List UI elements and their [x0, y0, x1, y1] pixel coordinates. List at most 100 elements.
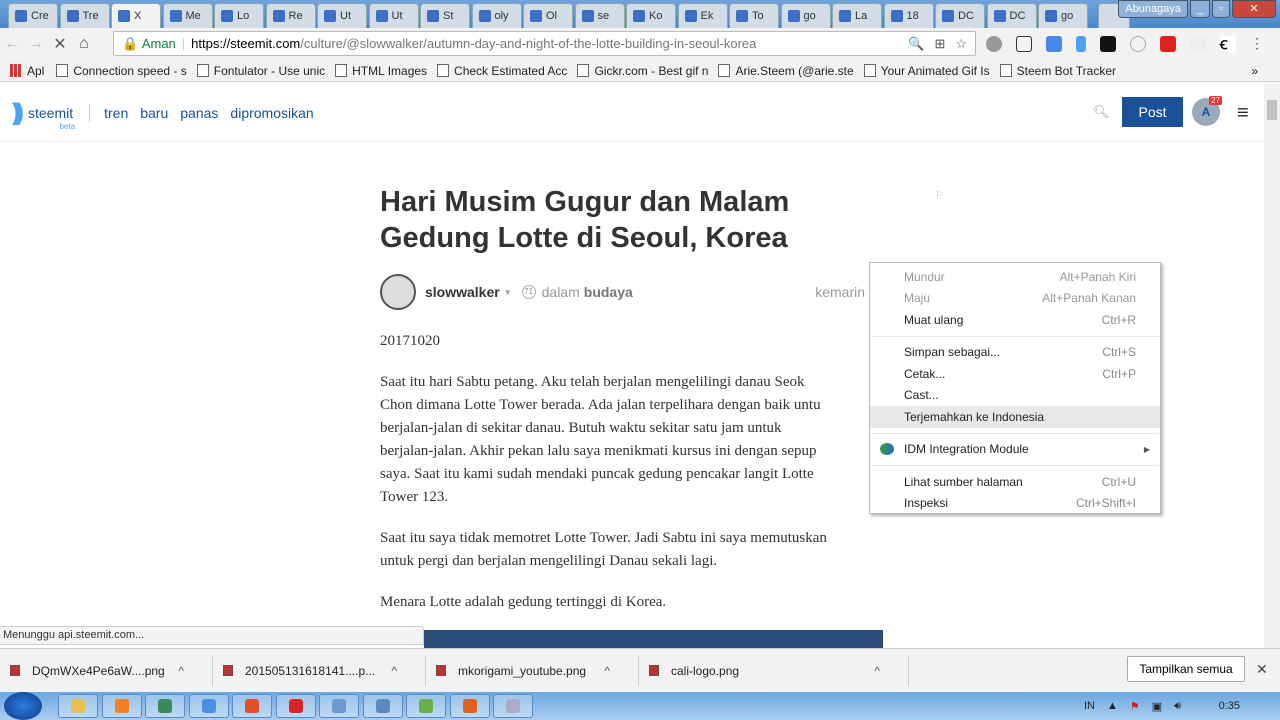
caret-down-icon[interactable]: ▼ — [504, 288, 512, 297]
download-item[interactable]: cali-logo.png ^ — [639, 655, 909, 686]
tab[interactable]: oly — [471, 3, 522, 28]
tab[interactable]: Lo — [214, 3, 264, 28]
author-avatar[interactable] — [380, 274, 416, 310]
tab[interactable]: X — [111, 3, 161, 28]
taskbar-media-button[interactable] — [101, 694, 142, 718]
search-icon[interactable]: 🔍︎ — [1093, 104, 1110, 120]
close-window-button[interactable]: ✕ — [1232, 0, 1276, 18]
tab[interactable]: 18 — [883, 3, 934, 28]
zoom-icon[interactable]: 🔍 — [908, 36, 924, 52]
bookmark[interactable]: Fontulator - Use unic — [196, 64, 325, 78]
tab[interactable]: go — [1038, 3, 1088, 28]
extension-icon[interactable] — [1130, 36, 1146, 52]
steemit-logo[interactable]: ))) steemit beta — [12, 99, 75, 131]
extension-icon[interactable]: Ꞓ — [1220, 36, 1236, 52]
taskbar-window-button[interactable] — [493, 694, 533, 718]
download-item[interactable]: DQmWXe4Pe6aW....png ^ — [0, 655, 213, 686]
tab[interactable]: go — [780, 3, 831, 28]
extension-icon[interactable] — [1160, 36, 1176, 52]
tab[interactable]: Ek — [677, 3, 728, 28]
more-bookmarks-button[interactable]: » — [1251, 64, 1258, 78]
home-button[interactable]: ⌂ — [72, 35, 96, 53]
maximize-button[interactable]: ▫ — [1212, 0, 1230, 18]
tab[interactable]: Re — [265, 3, 316, 28]
author-name[interactable]: slowwalker — [425, 284, 500, 300]
address-bar[interactable]: 🔒 Aman | https://steemit.com/culture/@sl… — [113, 31, 976, 56]
tab[interactable]: To — [729, 3, 779, 28]
stop-button[interactable]: ✕ — [48, 34, 72, 54]
close-icon[interactable]: ✕ — [1256, 661, 1268, 678]
minimize-button[interactable]: _ — [1189, 0, 1211, 18]
forward-button[interactable]: → — [24, 35, 48, 53]
chevron-up-icon[interactable]: ^ — [604, 664, 610, 678]
chevron-up-icon[interactable]: ^ — [391, 664, 397, 678]
extension-icon[interactable] — [986, 36, 1002, 52]
extension-icon[interactable] — [1046, 36, 1062, 52]
nav-baru[interactable]: baru — [140, 105, 168, 121]
scrollbar[interactable] — [1264, 84, 1280, 648]
bookmark[interactable]: Steem Bot Tracker — [999, 64, 1116, 78]
profile-button[interactable]: Abunagaya — [1118, 0, 1188, 18]
tab[interactable]: se — [574, 3, 625, 28]
bookmark[interactable]: Your Animated Gif Is — [863, 64, 990, 78]
tab[interactable]: Me — [162, 3, 213, 28]
nav-dipromosikan[interactable]: dipromosikan — [230, 105, 313, 121]
download-item[interactable]: mkorigami_youtube.png ^ — [426, 655, 639, 686]
bookmark[interactable]: HTML Images — [335, 64, 427, 78]
bookmark[interactable]: Arie.Steem (@arie.ste — [718, 64, 854, 78]
hamburger-menu-icon[interactable]: ≡ — [1237, 102, 1249, 125]
taskbar-firefox-button[interactable] — [449, 694, 490, 718]
show-all-downloads-button[interactable]: Tampilkan semua — [1127, 656, 1245, 682]
chrome-menu-icon[interactable]: ⋮ — [1250, 36, 1266, 52]
download-item[interactable]: 201505131618141....p... ^ — [213, 655, 426, 686]
volume-icon[interactable]: 🔊︎ — [1174, 700, 1181, 713]
chevron-up-icon[interactable]: ^ — [874, 664, 880, 678]
bookmark[interactable]: Gickr.com - Best gif n — [577, 64, 708, 78]
tab[interactable]: Ol — [523, 3, 573, 28]
taskbar-app-button[interactable] — [275, 694, 316, 718]
clock[interactable]: 0:35 — [1219, 700, 1240, 712]
translate-icon[interactable]: ⊞ — [934, 36, 945, 52]
tab[interactable]: St — [420, 3, 470, 28]
language-indicator[interactable]: IN — [1084, 700, 1095, 712]
tab[interactable]: La — [832, 3, 882, 28]
taskbar-window-button[interactable] — [145, 694, 185, 718]
taskbar-window-button[interactable] — [362, 694, 403, 718]
nav-tren[interactable]: tren — [104, 105, 128, 121]
tab[interactable]: Ut — [317, 3, 367, 28]
taskbar-app-button[interactable] — [232, 694, 272, 718]
tab[interactable]: DC — [986, 3, 1037, 28]
taskbar-window-button[interactable] — [319, 694, 359, 718]
back-button[interactable]: ← — [0, 35, 24, 53]
menu-item[interactable]: Maju Alt+Panah Kanan — [870, 288, 1160, 310]
menu-item[interactable]: Inspeksi Ctrl+Shift+I — [870, 493, 1160, 515]
tab[interactable]: Ko — [626, 3, 676, 28]
menu-item[interactable]: Terjemahkan ke Indonesia — [870, 406, 1160, 428]
menu-item[interactable]: Muat ulang Ctrl+R — [870, 309, 1160, 331]
menu-item[interactable]: Cetak... Ctrl+P — [870, 363, 1160, 385]
tab[interactable]: Cre — [8, 3, 58, 28]
extension-icon[interactable] — [1016, 36, 1032, 52]
tab[interactable]: Tre — [59, 3, 110, 28]
nav-panas[interactable]: panas — [180, 105, 218, 121]
chevron-up-icon[interactable]: ^ — [178, 664, 184, 678]
steemit-extension-icon[interactable] — [1076, 36, 1086, 52]
post-button[interactable]: Post — [1122, 97, 1183, 127]
bookmark[interactable]: Connection speed - s — [56, 64, 187, 78]
taskbar-explorer-button[interactable] — [58, 694, 98, 718]
start-button[interactable] — [4, 692, 42, 720]
font-extension-icon[interactable] — [1190, 36, 1206, 52]
taskbar-chrome-button[interactable] — [188, 694, 229, 718]
network-icon[interactable]: ▣ — [1152, 700, 1162, 713]
menu-item[interactable]: Mundur Alt+Panah Kiri — [870, 266, 1160, 288]
flag-icon[interactable]: ⚐ — [935, 190, 944, 201]
scrollbar-thumb[interactable] — [1267, 100, 1277, 120]
menu-item[interactable]: Lihat sumber halaman Ctrl+U — [870, 471, 1160, 493]
menu-item[interactable]: Cast... — [870, 385, 1160, 407]
category-link[interactable]: budaya — [584, 284, 633, 300]
extension-icon[interactable] — [1100, 36, 1116, 52]
menu-item[interactable]: IDM Integration Module ▶ — [870, 439, 1160, 461]
tab[interactable]: DC — [935, 3, 985, 28]
star-icon[interactable]: ☆ — [955, 36, 967, 52]
menu-item[interactable]: Simpan sebagai... Ctrl+S — [870, 342, 1160, 364]
